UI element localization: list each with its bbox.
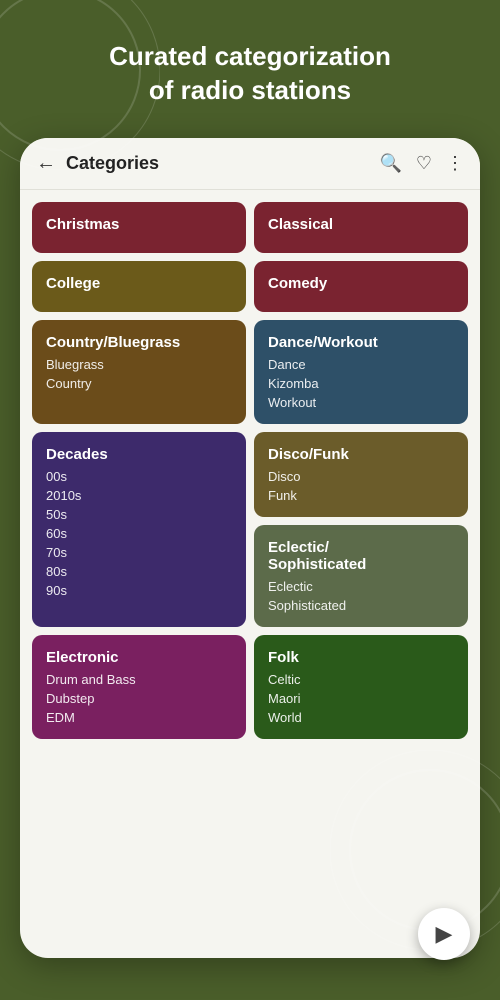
category-sublabel: World [268,710,454,725]
category-item-country[interactable]: Country/Bluegrass Bluegrass Country [32,320,246,424]
category-sublabel: Bluegrass [46,357,232,372]
category-label: Eclectic/ Sophisticated [268,539,454,573]
category-label: Decades [46,446,232,463]
category-label: Disco/Funk [268,446,454,463]
category-sublabel: 60s [46,526,232,541]
category-sublabel: Celtic [268,672,454,687]
phone-frame: ← Categories 🔍 ♡ ⋮ Christmas Classical Col… [20,138,480,958]
category-sublabel: Funk [268,488,454,503]
category-sublabel: Sophisticated [268,598,454,613]
topbar-icons: 🔍 ♡ ⋮ [379,153,464,174]
category-item-comedy[interactable]: Comedy [254,261,468,312]
top-bar: ← Categories 🔍 ♡ ⋮ [20,138,480,190]
category-sublabel: Eclectic [268,579,454,594]
more-icon[interactable]: ⋮ [446,153,464,174]
category-sublabel: Drum and Bass [46,672,232,687]
category-sublabel: 70s [46,545,232,560]
category-sublabel: Workout [268,395,454,410]
category-item-college[interactable]: College [32,261,246,312]
category-item-decades[interactable]: Decades 00s 2010s 50s 60s 70s 80s 90s [32,432,246,627]
category-label: Electronic [46,649,232,666]
category-sublabel: 00s [46,469,232,484]
fab-icon: ▶ [436,921,453,947]
header-section: Curated categorization of radio stations [0,0,500,128]
category-sublabel: 50s [46,507,232,522]
back-button[interactable]: ← [36,152,56,175]
category-item-christmas[interactable]: Christmas [32,202,246,253]
category-item-disco[interactable]: Disco/Funk Disco Funk [254,432,468,517]
category-label: College [46,275,232,292]
category-label: Comedy [268,275,454,292]
heart-icon[interactable]: ♡ [416,153,432,174]
category-label: Christmas [46,216,232,233]
category-label: Country/Bluegrass [46,334,232,351]
category-sublabel: Dance [268,357,454,372]
fab-button[interactable]: ▶ [418,908,470,960]
category-sublabel: EDM [46,710,232,725]
categories-grid: Christmas Classical College Comedy Country/B… [20,190,480,958]
category-item-folk[interactable]: Folk Celtic Maori World [254,635,468,739]
category-item-eclectic[interactable]: Eclectic/ Sophisticated Eclectic Sophistic… [254,525,468,627]
category-sublabel: Kizomba [268,376,454,391]
category-sublabel: Disco [268,469,454,484]
search-icon[interactable]: 🔍 [379,153,401,174]
category-item-classical[interactable]: Classical [254,202,468,253]
category-sublabel: Maori [268,691,454,706]
category-label: Dance/Workout [268,334,454,351]
category-item-dance[interactable]: Dance/Workout Dance Kizomba Workout [254,320,468,424]
category-sublabel: 2010s [46,488,232,503]
category-sublabel: Country [46,376,232,391]
category-sublabel: 80s [46,564,232,579]
category-sublabel: Dubstep [46,691,232,706]
category-sublabel: 90s [46,583,232,598]
topbar-title: Categories [66,153,379,174]
page-title: Curated categorization of radio stations [20,40,480,108]
category-label: Folk [268,649,454,666]
category-label: Classical [268,216,454,233]
category-item-electronic[interactable]: Electronic Drum and Bass Dubstep EDM [32,635,246,739]
